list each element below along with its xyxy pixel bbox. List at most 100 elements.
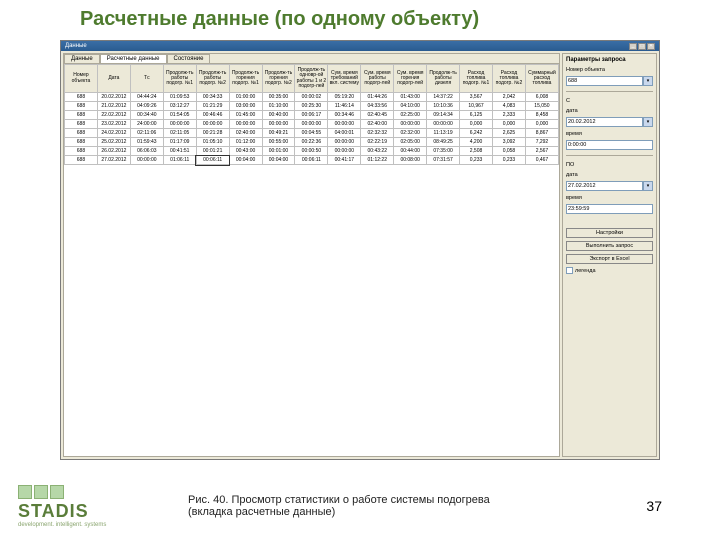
cell[interactable]: 23.02.2012 bbox=[97, 120, 130, 129]
from-date-input[interactable] bbox=[566, 117, 643, 127]
table-row[interactable]: 68826.02.201206:06:0300:41:5100:01:2100:… bbox=[65, 147, 559, 156]
column-header[interactable]: Сум. время работы подогр-лей bbox=[361, 65, 394, 93]
cell[interactable]: 01:12:22 bbox=[361, 156, 394, 165]
cell[interactable]: 0,000 bbox=[492, 120, 525, 129]
table-row[interactable]: 68827.02.201200:00:0001:06:1100:06:1100:… bbox=[65, 156, 559, 165]
column-header[interactable]: Расход топлива подогр. №1 bbox=[460, 65, 493, 93]
cell[interactable]: 688 bbox=[65, 138, 98, 147]
cell[interactable]: 02:25:00 bbox=[394, 111, 427, 120]
column-header[interactable]: Продолж-ть работы подогр. №2 bbox=[196, 65, 229, 93]
tab-calc-data[interactable]: Расчетные данные bbox=[100, 54, 167, 63]
cell[interactable]: 7,292 bbox=[525, 138, 558, 147]
data-grid[interactable]: Номер объектаДатаTсПродолж-ть работы под… bbox=[64, 64, 559, 456]
cell[interactable]: 00:06:11 bbox=[196, 156, 229, 165]
column-header[interactable]: Суммарный расход топлива bbox=[525, 65, 558, 93]
column-header[interactable]: Дата bbox=[97, 65, 130, 93]
cell[interactable]: 05:19:20 bbox=[328, 93, 361, 102]
cell[interactable]: 00:00:00 bbox=[130, 156, 163, 165]
cell[interactable]: 04:44:24 bbox=[130, 93, 163, 102]
cell[interactable]: 00:25:30 bbox=[295, 102, 328, 111]
cell[interactable]: 04:10:00 bbox=[394, 102, 427, 111]
cell[interactable]: 0,233 bbox=[460, 156, 493, 165]
to-time-input[interactable] bbox=[566, 204, 653, 214]
cell[interactable]: 21.02.2012 bbox=[97, 102, 130, 111]
cell[interactable]: 00:01:00 bbox=[262, 147, 295, 156]
cell[interactable]: 07:35:00 bbox=[427, 147, 460, 156]
cell[interactable]: 00:00:00 bbox=[328, 138, 361, 147]
cell[interactable]: 24.02.2012 bbox=[97, 129, 130, 138]
cell[interactable]: 22.02.2012 bbox=[97, 111, 130, 120]
cell[interactable]: 10:10:36 bbox=[427, 102, 460, 111]
cell[interactable]: 04:09:26 bbox=[130, 102, 163, 111]
cell[interactable]: 02:22:19 bbox=[361, 138, 394, 147]
cell[interactable]: 8,458 bbox=[525, 111, 558, 120]
chevron-down-icon[interactable]: ▾ bbox=[643, 181, 653, 191]
cell[interactable]: 00:04:00 bbox=[229, 156, 262, 165]
cell[interactable]: 02:32:00 bbox=[394, 129, 427, 138]
cell[interactable]: 11:46:14 bbox=[328, 102, 361, 111]
cell[interactable]: 01:54:05 bbox=[163, 111, 196, 120]
from-time-input[interactable] bbox=[566, 140, 653, 150]
cell[interactable]: 00:34:46 bbox=[328, 111, 361, 120]
cell[interactable]: 04:00:01 bbox=[328, 129, 361, 138]
table-row[interactable]: 68823.02.201224:00:00 00:00:00 00:00:00 00:… bbox=[65, 120, 559, 129]
object-number-input[interactable] bbox=[566, 76, 643, 86]
cell[interactable]: 00:41:51 bbox=[163, 147, 196, 156]
cell[interactable]: 14:37:22 bbox=[427, 93, 460, 102]
cell[interactable]: 24:00:00 bbox=[130, 120, 163, 129]
cell[interactable]: 688 bbox=[65, 93, 98, 102]
cell[interactable]: 00:21:28 bbox=[196, 129, 229, 138]
cell[interactable]: 00:08:00 bbox=[394, 156, 427, 165]
column-header[interactable]: Сум. время требований вкл. систему bbox=[328, 65, 361, 93]
cell[interactable]: 3,092 bbox=[492, 138, 525, 147]
cell[interactable]: 02:40:00 bbox=[229, 129, 262, 138]
column-header[interactable]: Продолж-ть работы дизеля bbox=[427, 65, 460, 93]
cell[interactable]: 01:44:26 bbox=[361, 93, 394, 102]
cell[interactable]: 02:11:05 bbox=[163, 129, 196, 138]
cell[interactable]: 01:12:00 bbox=[229, 138, 262, 147]
cell[interactable]: 03:12:27 bbox=[163, 102, 196, 111]
table-row[interactable]: 68824.02.201202:11:0602:11:0500:21:2802:… bbox=[65, 129, 559, 138]
cell[interactable]: 2,333 bbox=[492, 111, 525, 120]
cell[interactable]: 01:06:11 bbox=[163, 156, 196, 165]
cell[interactable]: 27.02.2012 bbox=[97, 156, 130, 165]
chevron-down-icon[interactable]: ▾ bbox=[643, 76, 653, 86]
table-row[interactable]: 68820.02.201204:44:2401:09:5300:34:3301:… bbox=[65, 93, 559, 102]
cell[interactable]: 0,233 bbox=[492, 156, 525, 165]
cell[interactable]: 00:00:00 bbox=[196, 120, 229, 129]
cell[interactable]: 01:00:00 bbox=[229, 93, 262, 102]
cell[interactable]: 08:49:25 bbox=[427, 138, 460, 147]
cell[interactable]: 01:05:10 bbox=[196, 138, 229, 147]
cell[interactable]: 01:21:29 bbox=[196, 102, 229, 111]
cell[interactable]: 688 bbox=[65, 120, 98, 129]
column-header[interactable]: Продолж-ть горения подогр. №2 bbox=[262, 65, 295, 93]
cell[interactable]: 00:04:55 bbox=[295, 129, 328, 138]
column-header[interactable]: Tс bbox=[130, 65, 163, 93]
cell[interactable]: 00:00:00 bbox=[295, 120, 328, 129]
cell[interactable]: 04:33:56 bbox=[361, 102, 394, 111]
column-header[interactable]: Номер объекта bbox=[65, 65, 98, 93]
cell[interactable]: 00:46:46 bbox=[196, 111, 229, 120]
cell[interactable]: 00:35:00 bbox=[262, 93, 295, 102]
table-row[interactable]: 68825.02.201201:59:4301:17:0901:05:1001:… bbox=[65, 138, 559, 147]
cell[interactable]: 01:59:43 bbox=[130, 138, 163, 147]
cell[interactable]: 02:05:00 bbox=[394, 138, 427, 147]
cell[interactable]: 02:11:06 bbox=[130, 129, 163, 138]
cell[interactable]: 01:17:09 bbox=[163, 138, 196, 147]
cell[interactable]: 8,867 bbox=[525, 129, 558, 138]
table-row[interactable]: 68822.02.201200:34:4001:54:0500:46:4601:… bbox=[65, 111, 559, 120]
cell[interactable]: 00:55:00 bbox=[262, 138, 295, 147]
column-header[interactable]: Продолж-ть работы подогр. №1 bbox=[163, 65, 196, 93]
cell[interactable]: 00:43:00 bbox=[229, 147, 262, 156]
cell[interactable]: 02:40:45 bbox=[361, 111, 394, 120]
cell[interactable]: 00:00:00 bbox=[394, 120, 427, 129]
cell[interactable]: 00:04:00 bbox=[262, 156, 295, 165]
cell[interactable]: 6,125 bbox=[460, 111, 493, 120]
cell[interactable]: 00:01:21 bbox=[196, 147, 229, 156]
cell[interactable]: 10,967 bbox=[460, 102, 493, 111]
cell[interactable]: 06:06:03 bbox=[130, 147, 163, 156]
cell[interactable]: 26.02.2012 bbox=[97, 147, 130, 156]
maximize-button[interactable]: □ bbox=[638, 43, 646, 50]
table-row[interactable]: 68821.02.201204:09:2603:12:2701:21:2903:… bbox=[65, 102, 559, 111]
column-header[interactable]: Расход топлива подогр. №2 bbox=[492, 65, 525, 93]
